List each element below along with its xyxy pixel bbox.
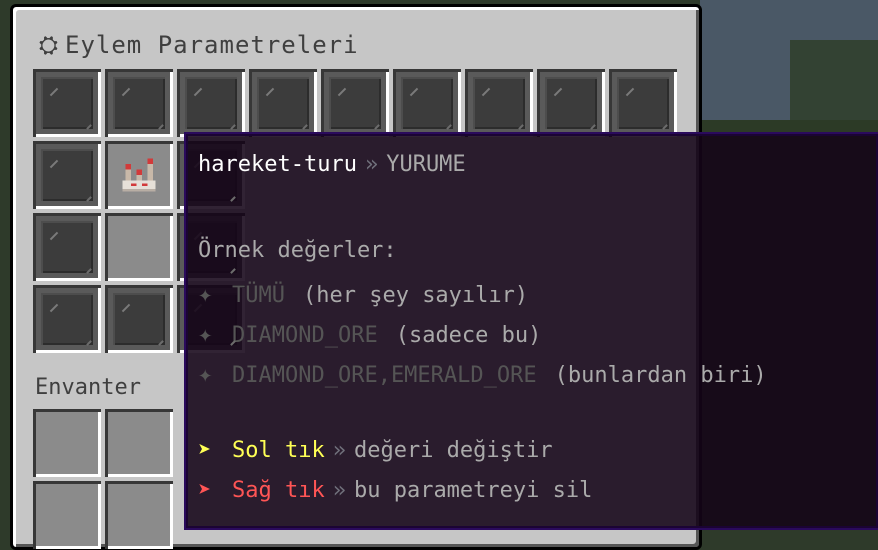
parameter-key: hareket-turu [198, 152, 357, 177]
diamond-bullet-icon: ✦ [198, 360, 213, 388]
slot-empty[interactable] [105, 213, 173, 281]
right-click-label: Sağ tık [232, 478, 325, 503]
slot-filler-pane[interactable] [33, 213, 101, 281]
inventory-label: Envanter [35, 375, 141, 400]
separator: » [364, 152, 379, 177]
example-row: ✦ TÜMÜ (her şey sayılır) [198, 280, 528, 308]
example-note: (sadece bu) [395, 323, 542, 348]
slot-filler-pane[interactable] [105, 285, 173, 353]
slot-filler-pane[interactable] [105, 69, 173, 137]
example-row: ✦ DIAMOND_ORE,EMERALD_ORE (bunlardan biri) [198, 360, 767, 388]
arrow-right-icon: ➤ [198, 478, 212, 503]
example-row: ✦ DIAMOND_ORE (sadece bu) [198, 320, 541, 348]
inventory-slot[interactable] [33, 481, 101, 549]
example-value: TÜMÜ [232, 283, 285, 308]
inventory-slot[interactable] [105, 481, 173, 549]
example-value: DIAMOND_ORE [232, 323, 378, 348]
right-click-hint: ➤ Sağ tık » bu parametreyi sil [198, 478, 592, 503]
gear-icon: ⛭ [38, 31, 60, 59]
slot-filler-pane[interactable] [609, 69, 677, 137]
parameter-value: YURUME [386, 152, 466, 177]
inventory-slot[interactable] [105, 409, 173, 477]
item-tooltip: hareket-turu » YURUME Örnek değerler: ✦ TÜM… [184, 132, 878, 530]
slot-filler-pane[interactable] [33, 285, 101, 353]
slot-filler-pane[interactable] [33, 69, 101, 137]
example-value: DIAMOND_ORE,EMERALD_ORE [232, 363, 537, 388]
left-click-label: Sol tık [232, 438, 325, 463]
separator: » [332, 478, 346, 503]
examples-heading: Örnek değerler: [198, 238, 397, 263]
slot-filler-pane[interactable] [393, 69, 461, 137]
arrow-right-icon: ➤ [198, 438, 212, 463]
slot-filler-pane[interactable] [177, 69, 245, 137]
example-note: (bunlardan biri) [554, 363, 767, 388]
example-note: (her şey sayılır) [302, 283, 529, 308]
redstone-repeater-icon [122, 158, 156, 192]
slot-parameter-item[interactable] [105, 141, 173, 209]
left-click-action: değeri değiştir [353, 438, 553, 463]
diamond-bullet-icon: ✦ [198, 320, 213, 348]
parameter-line: hareket-turu » YURUME [198, 152, 466, 177]
window-title-text: Eylem Parametreleri [65, 31, 359, 59]
separator: » [332, 438, 346, 463]
slot-filler-pane[interactable] [537, 69, 605, 137]
slot-filler-pane[interactable] [249, 69, 317, 137]
diamond-bullet-icon: ✦ [198, 280, 213, 308]
slot-filler-pane[interactable] [33, 141, 101, 209]
window-title: ⛭ Eylem Parametreleri [37, 31, 359, 59]
right-click-action: bu parametreyi sil [353, 478, 593, 503]
left-click-hint: ➤ Sol tık » değeri değiştir [198, 438, 553, 463]
slot-filler-pane[interactable] [321, 69, 389, 137]
slot-filler-pane[interactable] [465, 69, 533, 137]
inventory-slot[interactable] [33, 409, 101, 477]
